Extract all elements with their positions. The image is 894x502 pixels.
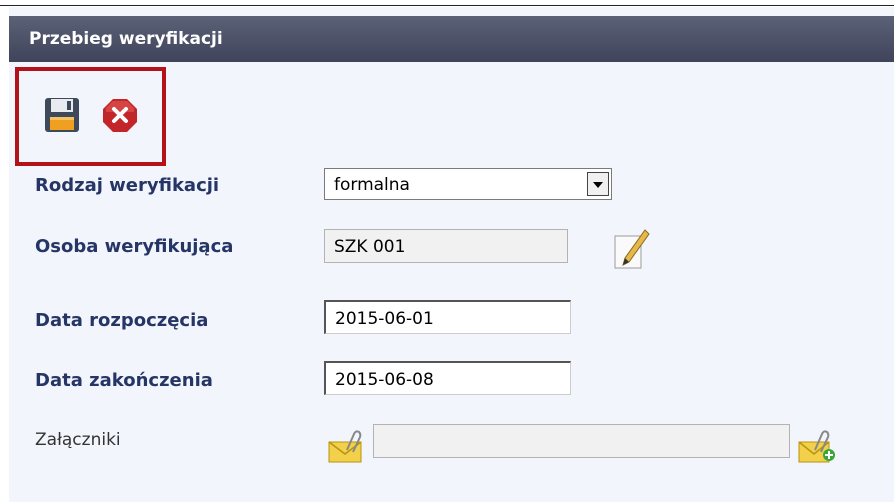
start-date-label: Data rozpoczęcia [35, 310, 209, 331]
attachments-field [373, 424, 790, 458]
end-date-value: 2015-06-08 [335, 370, 434, 390]
verification-type-value: formalna [334, 175, 410, 195]
verification-type-label: Rodzaj weryfikacji [35, 175, 220, 196]
end-date-label: Data zakończenia [35, 370, 213, 391]
end-date-input[interactable]: 2015-06-08 [324, 361, 571, 395]
start-date-value: 2015-06-01 [335, 309, 434, 329]
verification-type-select[interactable]: formalna [324, 168, 612, 200]
start-date-input[interactable]: 2015-06-01 [324, 300, 571, 334]
verifier-field: SZK 001 [324, 229, 568, 263]
attachment-icon[interactable] [327, 428, 367, 464]
panel-title: Przebieg weryfikacji [29, 29, 223, 49]
top-border [0, 0, 894, 6]
add-attachment-icon[interactable] [797, 428, 839, 464]
verifier-label: Osoba weryfikująca [35, 236, 234, 257]
attachments-label: Załączniki [35, 430, 121, 450]
chevron-down-icon[interactable] [587, 172, 609, 196]
panel-header: Przebieg weryfikacji [9, 16, 894, 62]
pencil-icon[interactable] [612, 228, 650, 272]
cancel-icon[interactable] [101, 96, 139, 134]
save-icon[interactable] [43, 96, 81, 134]
verifier-value: SZK 001 [334, 237, 406, 257]
toolbar-highlight [15, 67, 166, 166]
